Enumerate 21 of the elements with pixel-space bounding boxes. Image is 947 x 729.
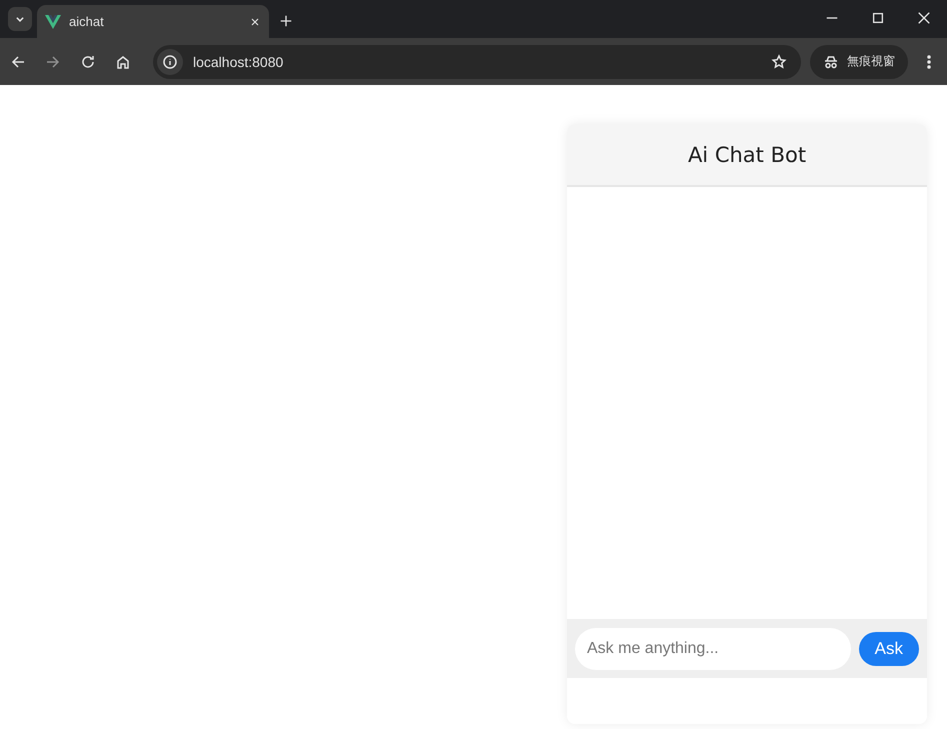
tab-search-button[interactable] <box>8 7 32 31</box>
forward-icon[interactable] <box>45 54 61 70</box>
new-tab-icon[interactable] <box>279 14 293 28</box>
star-icon[interactable] <box>771 54 787 70</box>
incognito-icon <box>823 54 839 70</box>
info-icon[interactable] <box>162 54 178 70</box>
chat-title: Ai Chat Bot <box>688 142 806 166</box>
close-icon[interactable] <box>917 11 931 25</box>
close-icon[interactable] <box>249 16 261 28</box>
tab-title: aichat <box>69 14 105 29</box>
back-icon[interactable] <box>10 54 26 70</box>
address-bar[interactable]: localhost:8080 <box>153 44 801 78</box>
message-input-field[interactable]: Ask me anything... <box>575 628 851 670</box>
ask-button[interactable]: Ask <box>858 632 919 666</box>
url-text: localhost:8080 <box>193 54 284 70</box>
reload-icon[interactable] <box>80 54 96 70</box>
maximize-icon[interactable] <box>871 11 885 25</box>
incognito-button[interactable]: 無痕視窗 <box>810 44 908 78</box>
browser-tab[interactable]: aichat <box>37 5 269 38</box>
home-icon[interactable] <box>115 54 131 70</box>
v-logo-icon <box>45 14 61 28</box>
